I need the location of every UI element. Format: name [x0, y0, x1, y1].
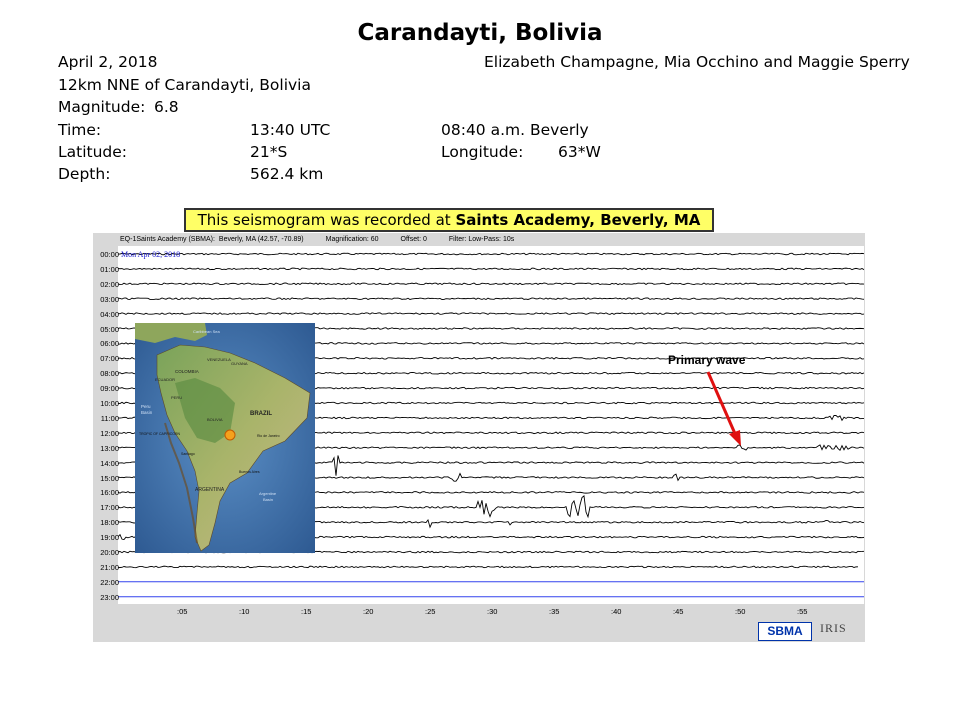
- primary-wave-arrow: [706, 371, 741, 446]
- sbma-logo: SBMA: [758, 622, 812, 641]
- iris-logo: IRIS: [820, 621, 847, 635]
